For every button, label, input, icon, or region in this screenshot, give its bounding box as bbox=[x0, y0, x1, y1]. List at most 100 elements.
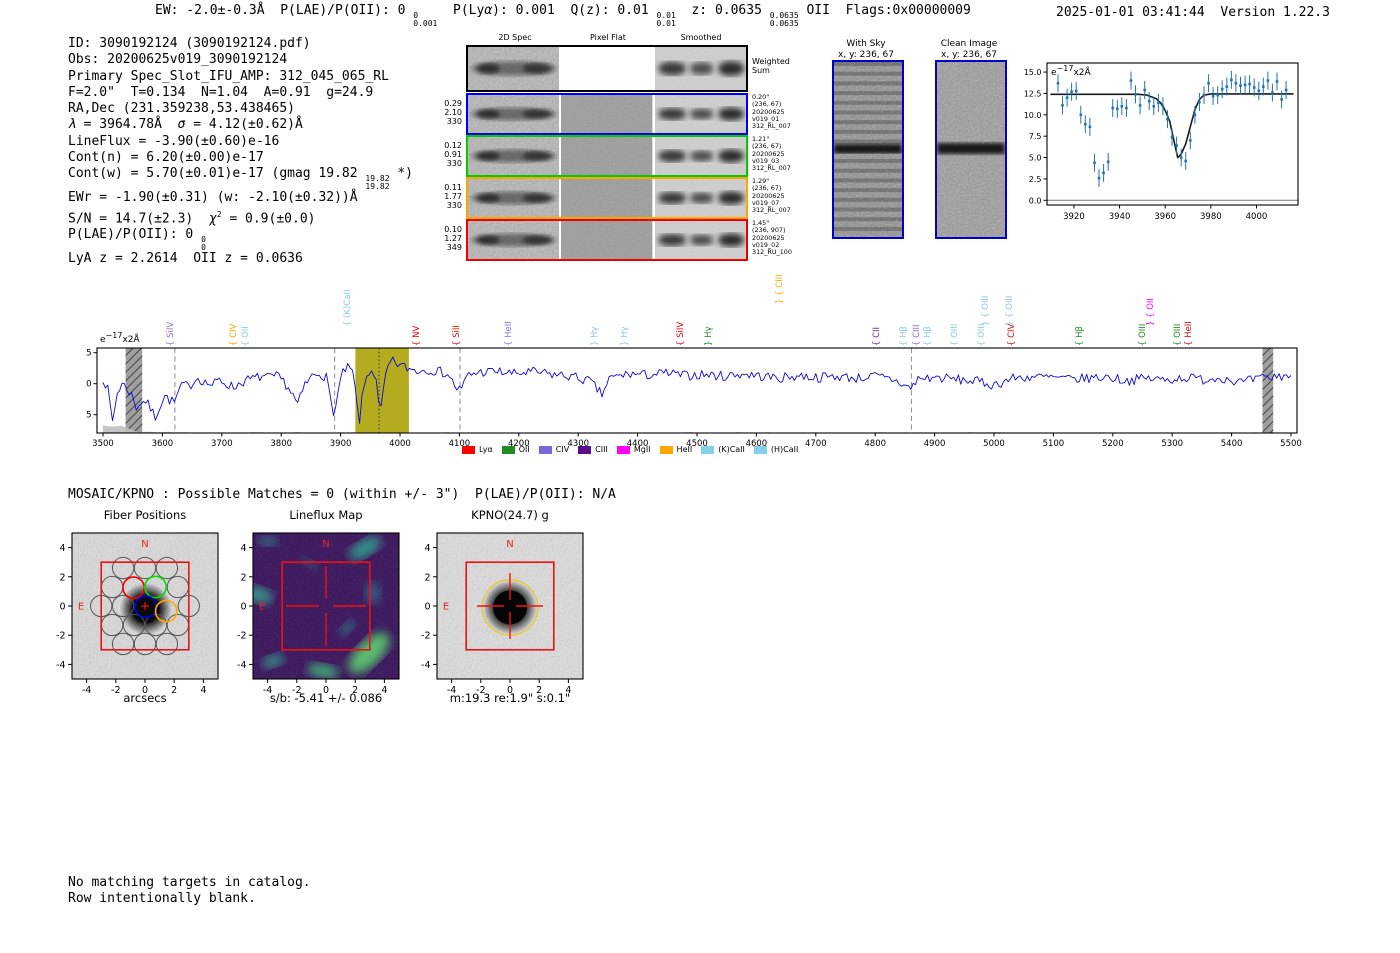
weighted-sum-label: Weighted Sum bbox=[752, 57, 790, 75]
svg-text:4800: 4800 bbox=[864, 439, 886, 449]
spectral-line-label: { SiIV bbox=[676, 321, 686, 346]
row-fiber-info: 1.21" (236, 67) 20200625 v019_03 312_RL_007 bbox=[752, 135, 791, 173]
cleanimage-image bbox=[935, 60, 1007, 239]
svg-text:5000: 5000 bbox=[983, 439, 1005, 449]
cleanimage-title: Clean Image x, y: 236, 67 bbox=[940, 39, 998, 60]
svg-text:3500: 3500 bbox=[92, 439, 114, 449]
svg-text:2: 2 bbox=[424, 572, 430, 583]
info-line: Cont(w) = 5.70(±0.01)e-17 (gmag 19.82 19… bbox=[68, 166, 413, 191]
catalog-match-summary: MOSAIC/KPNO : Possible Matches = 0 (with… bbox=[68, 487, 616, 502]
version-label: Version 1.22.3 bbox=[1220, 5, 1330, 20]
spec2d-cell-flat bbox=[561, 137, 653, 175]
spectral-line-label: } { OII bbox=[1146, 298, 1156, 326]
spec2d-header-pixelflat: Pixel Flat bbox=[590, 33, 626, 42]
svg-text:10.0: 10.0 bbox=[1024, 111, 1042, 120]
spec2d-row bbox=[466, 177, 748, 219]
svg-text:5.0: 5.0 bbox=[1029, 154, 1042, 163]
spec2d-row bbox=[466, 219, 748, 261]
svg-text:E: E bbox=[78, 602, 84, 613]
legend-item: CIII bbox=[578, 445, 608, 454]
svg-text:E: E bbox=[259, 602, 265, 613]
svg-text:4000: 4000 bbox=[1246, 212, 1268, 222]
detection-info-block: ID: 3090192124 (3090192124.pdf) Obs: 2020… bbox=[68, 36, 413, 268]
svg-text:3900: 3900 bbox=[330, 439, 352, 449]
spectral-line-label: { HeII bbox=[504, 321, 514, 346]
svg-text:5500: 5500 bbox=[1280, 439, 1302, 449]
info-line: λ = 3964.78Å σ = 4.12(±0.62)Å bbox=[68, 117, 303, 133]
kpno-image-panel: NE-4 -2 0 2 4420-2-4 bbox=[421, 532, 584, 695]
legend-label: OII bbox=[518, 445, 530, 454]
spec2d-cell-noise bbox=[468, 221, 560, 259]
spec2d-row bbox=[466, 135, 748, 177]
svg-text:-2: -2 bbox=[56, 631, 65, 642]
lineflux-caption: s/b: -5.41 +/- 0.086 bbox=[269, 691, 383, 705]
svg-text:4900: 4900 bbox=[924, 439, 946, 449]
legend-item: Lyα bbox=[462, 445, 493, 454]
legend-item: HeII bbox=[659, 445, 692, 454]
spec2d-cell-smooth bbox=[654, 179, 746, 217]
svg-text:7.5: 7.5 bbox=[1029, 132, 1042, 141]
svg-text:0.0: 0.0 bbox=[1029, 196, 1042, 205]
svg-text:5300: 5300 bbox=[1161, 439, 1183, 449]
stacked-fraction: 00 bbox=[201, 235, 206, 252]
row-fiber-info: 1.29" (236, 67) 20200625 v019_07 312_RL_007 bbox=[752, 177, 791, 215]
info-line: Primary Spec_Slot_IFU_AMP: 312_045_065_R… bbox=[68, 68, 389, 84]
svg-text:4: 4 bbox=[240, 543, 246, 554]
svg-text:3960: 3960 bbox=[1154, 212, 1176, 222]
row-weight-labels: 0.12 0.91 330 bbox=[444, 141, 462, 168]
spec2d-cell-flat bbox=[561, 95, 653, 133]
spectral-line-label: } Hγ bbox=[590, 326, 600, 346]
stacked-fraction: 19.82 19.82 bbox=[365, 174, 390, 191]
legend-swatch bbox=[753, 445, 767, 454]
legend-label: MgII bbox=[633, 445, 651, 454]
svg-text:3800: 3800 bbox=[270, 439, 292, 449]
withsky-title: With Sky x, y: 236, 67 bbox=[838, 39, 894, 60]
svg-text:3700: 3700 bbox=[211, 439, 233, 449]
info-line: LineFlux = -3.90(±0.60)e-16 bbox=[68, 133, 280, 149]
spectral-line-label: { OIII bbox=[1173, 323, 1183, 346]
svg-text:4: 4 bbox=[59, 543, 65, 554]
kpno-caption: m:19.3 re:1.9" s:0.1" bbox=[449, 691, 571, 705]
spec2d-row bbox=[466, 93, 748, 135]
svg-text:4700: 4700 bbox=[805, 439, 827, 449]
svg-text:2: 2 bbox=[59, 572, 65, 583]
legend-swatch bbox=[462, 445, 475, 454]
spec2d-cell-noise bbox=[468, 137, 560, 175]
svg-text:5400: 5400 bbox=[1221, 439, 1243, 449]
stacked-fraction: 0 0.001 bbox=[413, 11, 438, 28]
kpno-title: KPNO(24.7) g bbox=[471, 508, 549, 522]
svg-text:5: 5 bbox=[86, 411, 91, 421]
spectral-line-label: } { CIII bbox=[775, 274, 785, 304]
spectral-line-label: { SiII bbox=[452, 325, 462, 346]
legend-item: MgII bbox=[616, 445, 651, 454]
spec2d-cell-noise bbox=[468, 95, 560, 133]
legend-item: CIV bbox=[538, 445, 569, 454]
legend-swatch bbox=[616, 445, 630, 454]
spectral-line-label: } { OIII bbox=[981, 295, 991, 326]
spec2d-cell-flat bbox=[561, 221, 653, 259]
svg-text:-2: -2 bbox=[237, 631, 246, 642]
svg-text:4000: 4000 bbox=[389, 439, 411, 449]
footer-line: Row intentionally blank. bbox=[68, 890, 256, 906]
svg-text:3940: 3940 bbox=[1109, 212, 1131, 222]
spec2d-cell-smooth bbox=[654, 221, 746, 259]
spectral-line-label: { HeII bbox=[1184, 321, 1194, 346]
spectral-line-label: { (K)CaII bbox=[343, 289, 353, 326]
header-meta: 2025-01-01 03:41:44 Version 1.22.3 bbox=[1056, 5, 1330, 20]
svg-text:5100: 5100 bbox=[1043, 439, 1065, 449]
timestamp: 2025-01-01 03:41:44 bbox=[1056, 5, 1205, 20]
spec2d-cell-smooth bbox=[654, 95, 746, 133]
info-line: RA,Dec (231.359238,53.438465) bbox=[68, 101, 295, 117]
svg-text:3600: 3600 bbox=[152, 439, 174, 449]
spectral-line-label: { CIV bbox=[229, 323, 239, 346]
info-line: EWr = -1.90(±0.31) (w: -2.10(±0.32))Å bbox=[68, 190, 358, 206]
svg-text:10: 10 bbox=[85, 380, 92, 390]
row-weight-labels: 0.10 1.27 349 bbox=[444, 225, 462, 252]
fiber-positions-title: Fiber Positions bbox=[103, 508, 187, 522]
fiber-xlabel: arcsecs bbox=[123, 691, 167, 705]
svg-text:12.5: 12.5 bbox=[1024, 89, 1042, 98]
svg-text:0: 0 bbox=[240, 602, 246, 613]
legend-item: OII bbox=[501, 445, 530, 454]
svg-text:0: 0 bbox=[424, 602, 430, 613]
fiber-positions-panel: NE-4 -2 0 2 4420-2-4 bbox=[56, 532, 219, 695]
